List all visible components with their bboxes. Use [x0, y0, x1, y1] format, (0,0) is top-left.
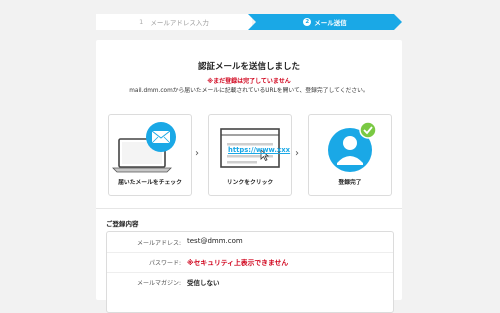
- step-panel-complete: 登録完了: [308, 114, 392, 196]
- step-send-mail: 2 メール送信: [248, 14, 402, 30]
- step-label: メールアドレス入力: [150, 19, 209, 27]
- chevron-right-icon: ›: [195, 148, 199, 159]
- step-caption: 登録完了: [338, 180, 362, 186]
- detail-value: 受信しない: [187, 279, 220, 287]
- chevron-right-icon: ›: [295, 148, 299, 159]
- detail-row-newsletter: メールマガジン: 受信しない: [107, 272, 393, 292]
- step-email-input: 1 メールアドレス入力: [96, 14, 252, 30]
- progress-stepper: 1 メールアドレス入力 2 メール送信: [96, 14, 402, 30]
- detail-label: メールマガジン:: [136, 280, 181, 287]
- step-caption: 届いたメールをチェック: [118, 180, 182, 186]
- section-title: ご登録内容: [106, 220, 139, 228]
- url-text: https://www.xxx: [228, 146, 291, 154]
- detail-row-email: メールアドレス: test@dmm.com: [107, 232, 393, 252]
- step-number-active: 2: [303, 18, 312, 26]
- detail-label: メールアドレス:: [136, 240, 181, 247]
- detail-row-password: パスワード: ※セキュリティ上表示できません: [107, 252, 393, 272]
- step-caption: リンクをクリック: [226, 180, 274, 186]
- instruction-text: mail.dmm.comから届いたメールに記載されているURLを開いて、登録完了…: [129, 88, 369, 94]
- step-label-active: メール送信: [314, 19, 347, 27]
- detail-value: ※セキュリティ上表示できません: [187, 259, 289, 267]
- laptop-mail-icon: [112, 122, 176, 173]
- detail-label: パスワード:: [148, 260, 181, 267]
- step-number: 1: [139, 18, 144, 26]
- step-panel-check-mail: 届いたメールをチェック: [108, 114, 192, 196]
- detail-value: test@dmm.com: [187, 237, 243, 245]
- user-check-icon: [328, 121, 377, 172]
- divider: [96, 208, 402, 209]
- step-panel-click-link: https://www.xxx リンクをクリック: [208, 114, 292, 196]
- registration-details: メールアドレス: test@dmm.com パスワード: ※セキュリティ上表示で…: [106, 231, 394, 313]
- confirmation-card: 認証メールを送信しました ※まだ登録は完了していません mail.dmm.com…: [96, 40, 402, 313]
- warning-text: ※まだ登録は完了していません: [207, 78, 291, 85]
- page-title: 認証メールを送信しました: [197, 62, 300, 72]
